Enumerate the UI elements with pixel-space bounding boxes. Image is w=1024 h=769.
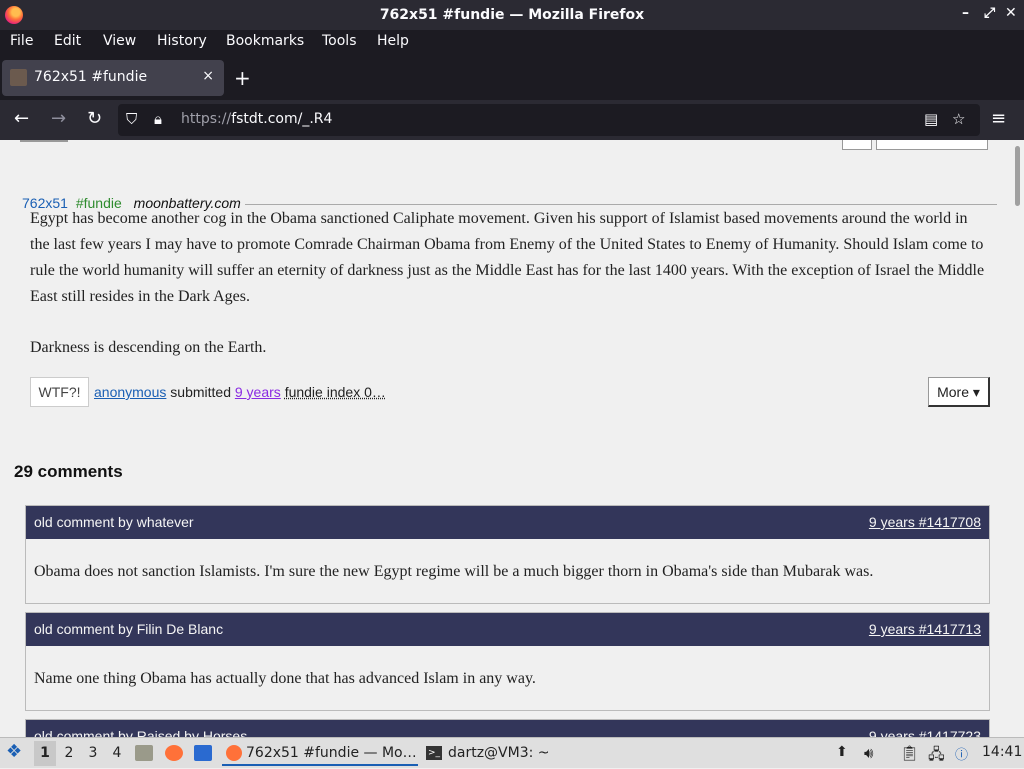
menu-bookmarks[interactable]: Bookmarks bbox=[226, 33, 304, 49]
page-scrollbar[interactable] bbox=[1012, 140, 1024, 737]
new-tab-icon[interactable]: + bbox=[234, 66, 251, 90]
taskbar-firefox-window[interactable]: 762x51 #fundie — Mo… bbox=[222, 741, 418, 766]
quote-text: Egypt has become another cog in the Obam… bbox=[30, 206, 990, 386]
comment-permalink[interactable]: 9 years #1417723 bbox=[869, 728, 981, 737]
comment-body: Obama does not sanction Islamists. I'm s… bbox=[34, 563, 874, 580]
tab-close-icon[interactable]: × bbox=[202, 68, 214, 84]
tab-label: 762x51 #fundie bbox=[34, 69, 148, 85]
network-icon[interactable]: 🖧 bbox=[928, 744, 945, 769]
quote-paragraph: Darkness is descending on the Earth. bbox=[30, 339, 267, 356]
site-favicon-icon bbox=[10, 69, 27, 86]
quote-paragraph: Egypt has become another cog in the Obam… bbox=[30, 210, 985, 305]
clock[interactable]: 14:41 bbox=[982, 744, 1022, 760]
back-icon[interactable]: ← bbox=[14, 108, 29, 129]
comment: old comment by Filin De Blanc 9 years #1… bbox=[25, 612, 990, 711]
workspace-3[interactable]: 3 bbox=[84, 741, 102, 766]
start-menu-icon[interactable]: ❖ bbox=[6, 741, 22, 762]
tab-strip: 762x51 #fundie × + bbox=[0, 60, 1024, 100]
minimize-icon[interactable]: – bbox=[962, 5, 969, 21]
terminal-icon: >_ bbox=[426, 746, 442, 760]
comments-count: 29 comments bbox=[14, 462, 123, 481]
submitter-link[interactable]: anonymous bbox=[94, 384, 166, 400]
firefox-launcher-icon[interactable] bbox=[165, 745, 183, 761]
tab-active[interactable]: 762x51 #fundie × bbox=[2, 60, 224, 96]
app-menu-icon[interactable]: ≡ bbox=[991, 108, 1006, 129]
workspace-4[interactable]: 4 bbox=[108, 741, 126, 766]
clipboard-icon[interactable]: 📋︎ bbox=[900, 744, 919, 762]
wtf-button[interactable]: WTF?! bbox=[30, 377, 89, 407]
menu-file[interactable]: File bbox=[10, 33, 33, 49]
window-titlebar: 762x51 #fundie — Mozilla Firefox – ⤢ ✕ bbox=[0, 0, 1024, 30]
firefox-icon bbox=[226, 745, 242, 761]
taskbar: ❖ 1 2 3 4 762x51 #fundie — Mo… >_ dartz@V… bbox=[0, 737, 1024, 768]
comment: old comment by Raised by Horses 9 years … bbox=[25, 719, 990, 737]
notification-icon[interactable]: ⓘ bbox=[955, 744, 968, 763]
menu-help[interactable]: Help bbox=[377, 33, 409, 49]
comment-header: old comment by Filin De Blanc 9 years #1… bbox=[26, 613, 989, 646]
workspace-2[interactable]: 2 bbox=[60, 741, 78, 766]
file-manager-icon[interactable] bbox=[135, 745, 153, 761]
comment-header: old comment by whatever 9 years #1417708 bbox=[26, 506, 989, 539]
comment-permalink[interactable]: 9 years #1417708 bbox=[869, 514, 981, 530]
navigation-toolbar: ← → ↻ ⛉ 🔒︎ https://fstdt.com/_.R4 ▤ ☆ ≡ bbox=[0, 100, 1024, 140]
taskbar-terminal-label: dartz@VM3: ~ bbox=[448, 745, 550, 761]
window-title: 762x51 #fundie — Mozilla Firefox bbox=[379, 7, 645, 23]
comment: old comment by whatever 9 years #1417708… bbox=[25, 505, 990, 604]
desktop-icon[interactable] bbox=[194, 745, 212, 761]
header-divider bbox=[20, 140, 68, 142]
menu-tools[interactable]: Tools bbox=[322, 33, 357, 49]
quote-actions: WTF?! anonymous submitted 9 years fundie… bbox=[30, 377, 990, 409]
forward-icon[interactable]: → bbox=[51, 108, 66, 129]
site-header-remnant bbox=[0, 140, 1012, 154]
reload-icon[interactable]: ↻ bbox=[87, 108, 102, 129]
quote-meta: anonymous submitted 9 years fundie index… bbox=[94, 384, 386, 400]
comment-author: old comment by Filin De Blanc bbox=[34, 621, 224, 637]
lock-icon[interactable]: 🔒︎ bbox=[154, 110, 162, 128]
more-button[interactable]: More ▾ bbox=[928, 377, 990, 407]
taskbar-firefox-label: 762x51 #fundie — Mo… bbox=[246, 745, 417, 761]
url-host: fstdt.com/_.R4 bbox=[231, 111, 333, 127]
url-text[interactable]: https://fstdt.com/_.R4 bbox=[181, 111, 332, 127]
url-prefix: https:// bbox=[181, 111, 232, 127]
menu-history[interactable]: History bbox=[157, 33, 207, 49]
header-search-box[interactable] bbox=[876, 140, 988, 150]
scrollbar-thumb[interactable] bbox=[1015, 146, 1020, 206]
comment-body: Name one thing Obama has actually done t… bbox=[34, 670, 536, 687]
shield-icon[interactable]: ⛉ bbox=[126, 110, 137, 128]
comment-author: old comment by Raised by Horses bbox=[34, 728, 248, 737]
page-content: 762x51 #fundie moonbattery.com Egypt has… bbox=[0, 140, 1012, 737]
submitted-label: submitted bbox=[170, 384, 231, 400]
menu-view[interactable]: View bbox=[103, 33, 136, 49]
upload-icon[interactable]: ⬆ bbox=[836, 744, 848, 760]
bookmark-star-icon[interactable]: ☆ bbox=[952, 110, 965, 128]
maximize-icon[interactable]: ⤢ bbox=[984, 5, 995, 21]
taskbar-terminal-window[interactable]: >_ dartz@VM3: ~ bbox=[426, 741, 576, 766]
menu-edit[interactable]: Edit bbox=[54, 33, 81, 49]
menubar: File Edit View History Bookmarks Tools H… bbox=[0, 30, 1024, 60]
header-rule bbox=[245, 204, 997, 205]
reader-view-icon[interactable]: ▤ bbox=[924, 110, 938, 128]
volume-icon[interactable]: 🔊︎ bbox=[864, 744, 873, 762]
age-link[interactable]: 9 years bbox=[235, 384, 281, 400]
url-bar[interactable]: ⛉ 🔒︎ https://fstdt.com/_.R4 ▤ ☆ bbox=[118, 104, 980, 136]
close-icon[interactable]: ✕ bbox=[1005, 5, 1017, 21]
comment-permalink[interactable]: 9 years #1417713 bbox=[869, 621, 981, 637]
header-button[interactable] bbox=[842, 140, 872, 150]
workspace-1[interactable]: 1 bbox=[34, 741, 56, 766]
comment-author: old comment by whatever bbox=[34, 514, 194, 530]
comment-header: old comment by Raised by Horses 9 years … bbox=[26, 720, 989, 737]
fundie-index[interactable]: fundie index 0… bbox=[285, 384, 386, 400]
